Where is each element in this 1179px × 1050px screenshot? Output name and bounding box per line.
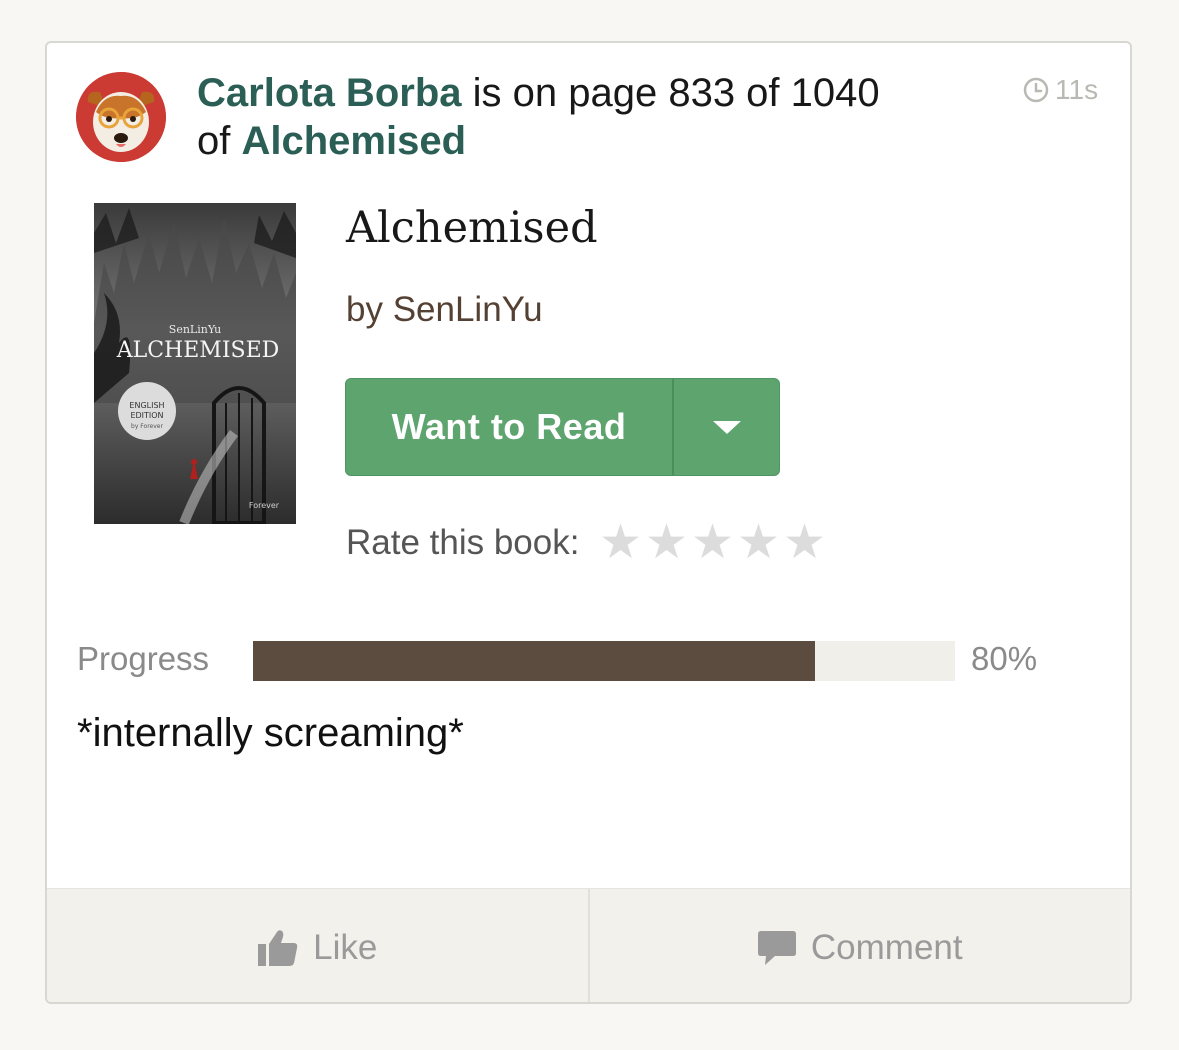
shelf-dropdown-button[interactable] xyxy=(674,379,779,475)
comment-bubble-icon xyxy=(757,931,796,965)
like-button[interactable]: Like xyxy=(47,889,590,1002)
comment-label: Comment xyxy=(810,928,963,967)
thumbs-up-icon xyxy=(258,930,298,966)
cover-badge-line2: EDITION xyxy=(130,411,163,420)
user-name-link[interactable]: Carlota Borba xyxy=(197,71,462,115)
progress-label: Progress xyxy=(77,640,210,677)
book-cover[interactable]: SenLinYu ALCHEMISED ENGLISH EDITION by F… xyxy=(94,203,296,524)
of-text: of xyxy=(197,119,231,163)
caret-down-icon xyxy=(712,421,741,434)
like-label: Like xyxy=(313,928,378,967)
comment-button[interactable]: Comment xyxy=(590,889,1131,1002)
clock-icon xyxy=(1023,77,1049,103)
rating-star-icon[interactable]: ★ xyxy=(735,517,781,569)
book-cover-image: SenLinYu ALCHEMISED ENGLISH EDITION by F… xyxy=(94,203,296,524)
rating-stars: ★ ★ ★ ★ ★ xyxy=(597,517,827,569)
rating-row: Rate this book: ★ ★ ★ ★ ★ xyxy=(346,517,827,569)
progress-bar xyxy=(253,641,955,681)
rating-star-icon[interactable]: ★ xyxy=(781,517,827,569)
want-to-read-button[interactable]: Want to Read xyxy=(346,379,674,475)
update-headline: Carlota Borba is on page 833 of 1040 of … xyxy=(197,69,997,165)
update-card: Carlota Borba is on page 833 of 1040 of … xyxy=(45,41,1132,1004)
progress-fill xyxy=(253,641,815,681)
book-author[interactable]: by SenLinYu xyxy=(346,290,543,330)
cover-title: ALCHEMISED xyxy=(116,338,280,363)
dog-avatar-icon xyxy=(76,72,166,162)
progress-percent: 80% xyxy=(971,640,1038,677)
cover-publisher: Forever xyxy=(249,501,280,510)
timestamp[interactable]: 11s xyxy=(1023,74,1098,106)
cover-badge-line1: ENGLISH xyxy=(129,401,164,410)
rating-star-icon[interactable]: ★ xyxy=(597,517,643,569)
cover-author: SenLinYu xyxy=(169,323,221,336)
want-to-read-button-group: Want to Read xyxy=(345,378,780,476)
timestamp-text: 11s xyxy=(1055,74,1099,105)
action-footer: Like Comment xyxy=(47,888,1131,1002)
user-avatar[interactable] xyxy=(76,72,166,162)
status-text: is on page 833 of 1040 xyxy=(472,71,880,115)
book-title[interactable]: Alchemised xyxy=(346,203,598,253)
update-comment: *internally screaming* xyxy=(77,711,464,755)
cover-badge-line3: by Forever xyxy=(131,423,163,430)
rating-star-icon[interactable]: ★ xyxy=(689,517,735,569)
rating-label: Rate this book: xyxy=(346,523,580,562)
rating-star-icon[interactable]: ★ xyxy=(643,517,689,569)
book-link[interactable]: Alchemised xyxy=(241,119,466,163)
